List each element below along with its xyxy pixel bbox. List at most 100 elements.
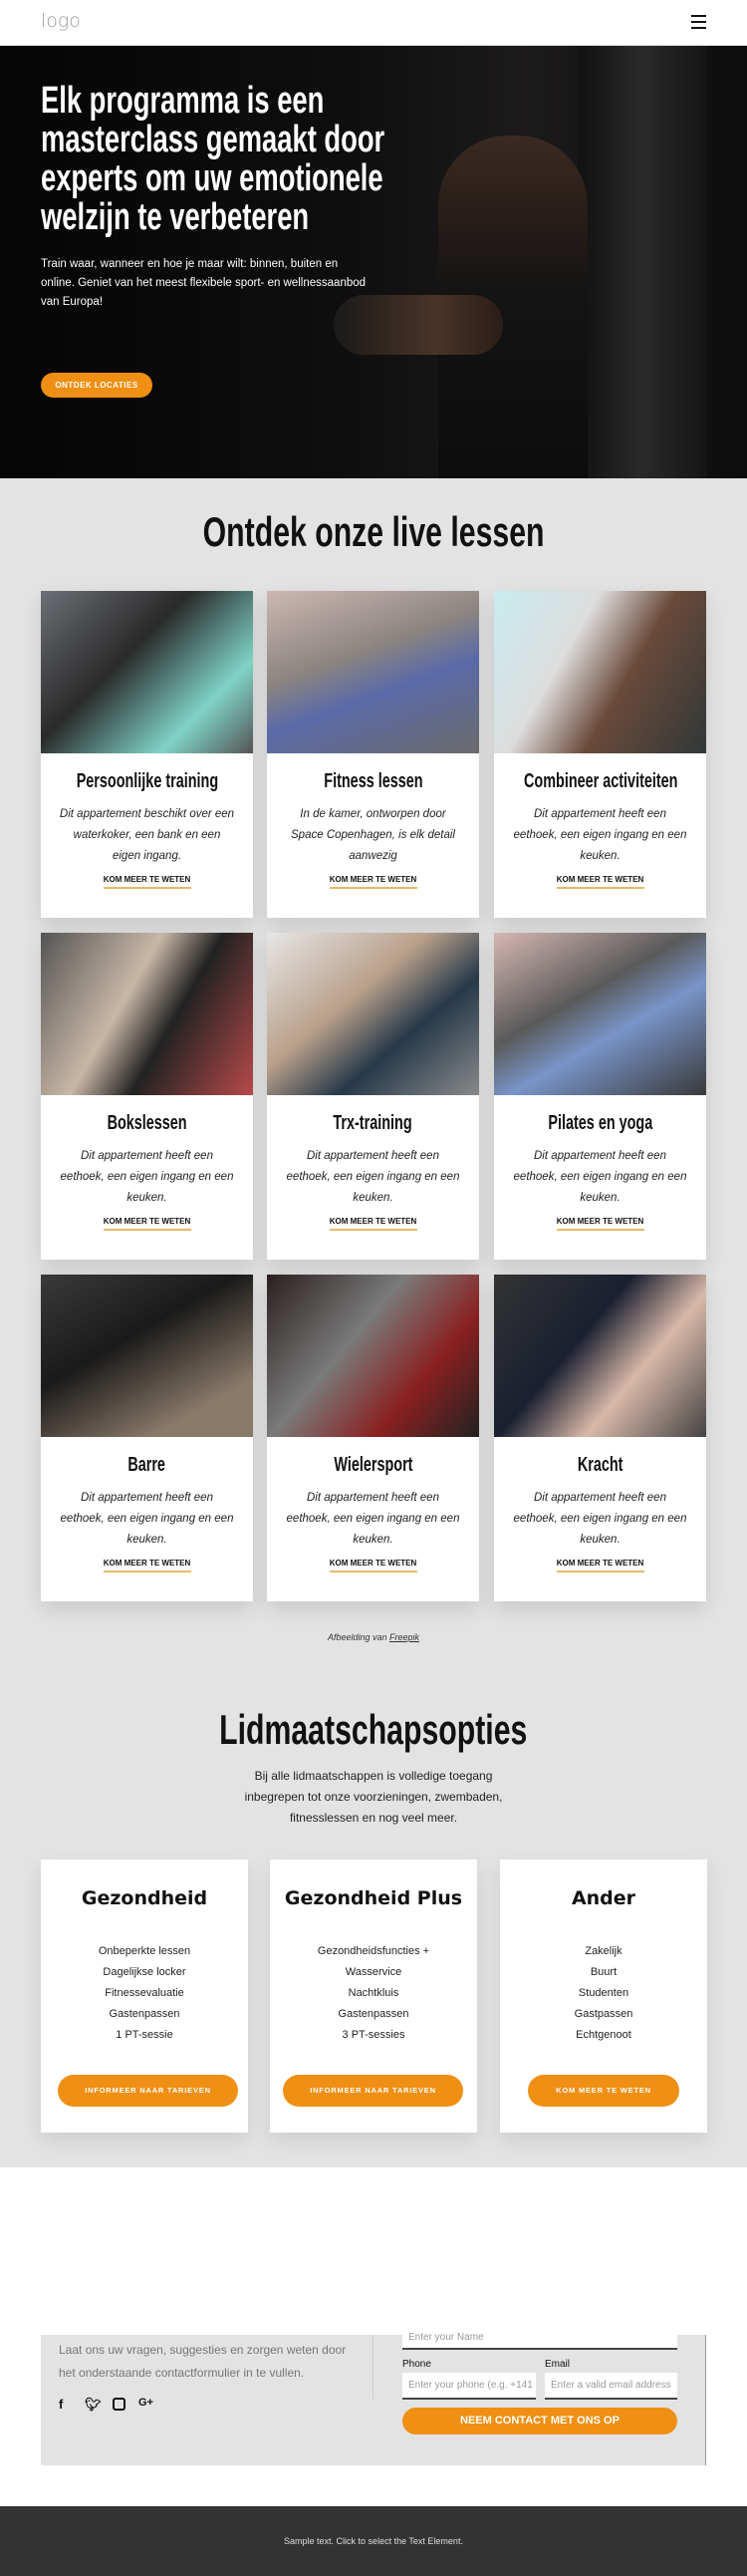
class-title-text: Barre xyxy=(127,1454,166,1476)
hero-title-line: welzijn te verbeteren xyxy=(41,196,310,238)
plan-card: Gezondheid Plus Gezondheidsfuncties + Was… xyxy=(270,1860,477,2133)
learn-more-link[interactable]: KOM MEER TE WETEN xyxy=(556,1217,644,1231)
class-title-text: Combineer activiteiten xyxy=(524,770,678,792)
plan-feature: Onbeperkte lessen xyxy=(98,1945,191,1957)
plan-feature: Echtgenoot xyxy=(576,2029,631,2041)
membership-title-text: Lidmaatschapsopties xyxy=(219,1706,528,1753)
membership-subtitle: Bij alle lidmaatschappen is volledige to… xyxy=(244,1769,503,1825)
email-label: Email xyxy=(545,2359,571,2370)
hero-title-line: masterclass gemaakt door xyxy=(41,119,385,160)
class-description: Dit appartement heeft een eethoek, een e… xyxy=(513,1492,687,1546)
logo[interactable]: logo xyxy=(41,10,81,32)
plan-features: Gezondheidsfuncties + Wasservice Nachtklui… xyxy=(270,1941,477,2046)
class-title: Trx-training xyxy=(267,1112,479,1138)
google-plus-icon[interactable]: G+ xyxy=(138,2397,153,2409)
plan-feature: Gastpassen xyxy=(574,2008,633,2020)
contact-submit-button[interactable]: NEEM CONTACT MET ONS OP xyxy=(402,2408,677,2434)
footer-text[interactable]: Sample text. Click to select the Text El… xyxy=(284,2536,463,2546)
class-description: In de kamer, ontworpen door Space Copenh… xyxy=(291,808,455,862)
plan-button[interactable]: KOM MEER TE WETEN xyxy=(528,2075,679,2107)
class-title: Fitness lessen xyxy=(267,770,479,796)
class-card: Bokslessen Dit appartement heeft een eet… xyxy=(41,933,253,1260)
site-header: logo xyxy=(0,0,747,46)
class-description: Dit appartement heeft een eethoek, een e… xyxy=(286,1492,460,1546)
class-description: Dit appartement heeft een eethoek, een e… xyxy=(286,1150,460,1204)
instagram-icon[interactable] xyxy=(113,2398,125,2411)
plan-name: Gezondheid Plus xyxy=(284,1887,463,1909)
plan-card: Ander Zakelijk Buurt Studenten Gastpassen Ec… xyxy=(500,1860,707,2133)
classes-title-text: Ontdek onze live lessen xyxy=(202,508,545,555)
class-description: Dit appartement heeft een eethoek, een e… xyxy=(60,1150,234,1204)
hero-title-line: Elk programma is een xyxy=(41,80,325,122)
plan-button[interactable]: INFORMEER NAAR TARIEVEN xyxy=(58,2075,238,2107)
plan-feature: Studenten xyxy=(578,1987,629,1999)
class-title-text: Kracht xyxy=(577,1454,623,1476)
plan-feature: Buurt xyxy=(590,1966,618,1978)
learn-more-link[interactable]: KOM MEER TE WETEN xyxy=(329,1559,417,1573)
hero-image-punching-bag xyxy=(578,46,707,478)
class-title-text: Trx-training xyxy=(333,1112,413,1134)
class-image xyxy=(267,933,479,1095)
learn-more-link[interactable]: KOM MEER TE WETEN xyxy=(103,1559,191,1573)
learn-more-link[interactable]: KOM MEER TE WETEN xyxy=(556,1559,644,1573)
classes-title: Ontdek onze live lessen xyxy=(0,508,747,556)
class-title: Barre xyxy=(41,1454,253,1480)
image-credit: Afbeelding van Freepik xyxy=(0,1632,747,1642)
plan-feature: Dagelijkse locker xyxy=(103,1966,186,1978)
learn-more-link[interactable]: KOM MEER TE WETEN xyxy=(329,1217,417,1231)
membership-title: Lidmaatschapsopties xyxy=(0,1706,747,1754)
class-title: Persoonlijke training xyxy=(41,770,253,796)
hero-text: Train waar, wanneer en hoe je maar wilt:… xyxy=(41,258,367,308)
class-image xyxy=(267,591,479,753)
class-image xyxy=(41,591,253,753)
class-image xyxy=(41,1275,253,1437)
class-card: Combineer activiteiten Dit appartement h… xyxy=(494,591,706,918)
plan-card: Gezondheid Onbeperkte lessen Dagelijkse l… xyxy=(41,1860,248,2133)
learn-more-link[interactable]: KOM MEER TE WETEN xyxy=(103,875,191,889)
class-title: Pilates en yoga xyxy=(494,1112,706,1138)
class-card: Trx-training Dit appartement heeft een e… xyxy=(267,933,479,1260)
plan-features: Zakelijk Buurt Studenten Gastpassen Echtgeno… xyxy=(500,1941,707,2046)
plan-feature: Gezondheidsfuncties + xyxy=(317,1945,430,1957)
discover-locations-button[interactable]: ONTDEK LOCATIES xyxy=(41,373,152,398)
class-title: Wielersport xyxy=(267,1454,479,1480)
freepik-link[interactable]: Freepik xyxy=(389,1632,419,1642)
class-title: Bokslessen xyxy=(41,1112,253,1138)
class-card: Persoonlijke training Dit appartement be… xyxy=(41,591,253,918)
plan-feature: Wasservice xyxy=(345,1966,402,1978)
divider xyxy=(373,2335,374,2400)
class-card: Wielersport Dit appartement heeft een ee… xyxy=(267,1275,479,1601)
plan-feature: Zakelijk xyxy=(585,1945,622,1957)
plan-button[interactable]: INFORMEER NAAR TARIEVEN xyxy=(283,2075,463,2107)
class-card: Kracht Dit appartement heeft een eethoek… xyxy=(494,1275,706,1601)
class-title-text: Fitness lessen xyxy=(323,770,423,792)
class-title: Kracht xyxy=(494,1454,706,1480)
plan-feature: Gastenpassen xyxy=(109,2008,180,2020)
class-image xyxy=(494,933,706,1095)
class-card: Fitness lessen In de kamer, ontworpen do… xyxy=(267,591,479,918)
name-input[interactable]: Enter your Name xyxy=(402,2325,677,2350)
hero-title-line: experts om uw emotionele xyxy=(41,157,383,199)
plan-features: Onbeperkte lessen Dagelijkse locker Fitnes… xyxy=(41,1941,248,2046)
class-title-text: Wielersport xyxy=(333,1454,413,1476)
class-title: Combineer activiteiten xyxy=(494,770,706,796)
phone-input[interactable]: Enter your phone (e.g. +141 xyxy=(402,2373,536,2400)
twitter-icon[interactable]: 🐦︎ xyxy=(85,2397,102,2413)
class-description: Dit appartement heeft een eethoek, een e… xyxy=(513,1150,687,1204)
learn-more-link[interactable]: KOM MEER TE WETEN xyxy=(103,1217,191,1231)
hero-title: Elk programma is een masterclass gemaakt… xyxy=(41,82,479,237)
email-input[interactable]: Enter a valid email address xyxy=(545,2373,677,2400)
plan-feature: Nachtkluis xyxy=(348,1987,399,1999)
learn-more-link[interactable]: KOM MEER TE WETEN xyxy=(329,875,417,889)
plan-feature: 3 PT-sessies xyxy=(342,2029,405,2041)
facebook-icon[interactable]: f xyxy=(59,2397,63,2412)
plan-name: Ander xyxy=(571,1887,636,1909)
hamburger-icon[interactable] xyxy=(691,15,706,30)
class-description: Dit appartement beschikt over een waterk… xyxy=(59,808,235,862)
class-card: Pilates en yoga Dit appartement heeft ee… xyxy=(494,933,706,1260)
learn-more-link[interactable]: KOM MEER TE WETEN xyxy=(556,875,644,889)
class-image xyxy=(41,933,253,1095)
credit-prefix: Afbeelding van xyxy=(327,1632,387,1642)
classes-section: Ontdek onze live lessen Persoonlijke tra… xyxy=(0,478,747,2167)
phone-label: Phone xyxy=(402,2359,431,2370)
